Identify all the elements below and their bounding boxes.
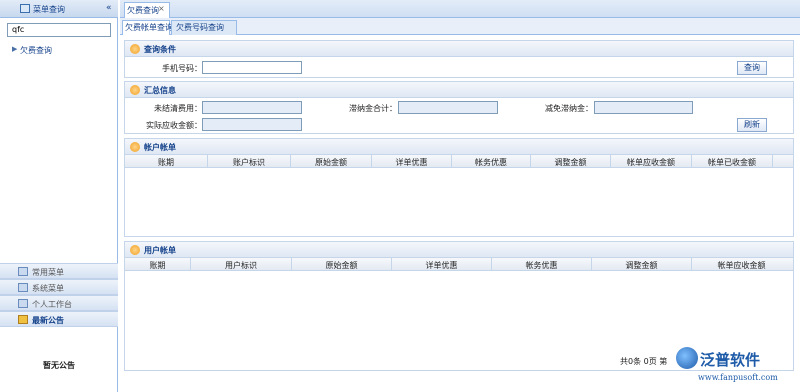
refresh-button[interactable]: 刷新	[737, 118, 767, 132]
subtab-label[interactable]: 欠费帐单查询	[125, 22, 173, 33]
column-header[interactable]: 帐单应收金额	[611, 157, 691, 168]
panel-title: 查询条件	[144, 45, 176, 54]
column-header[interactable]: 帐务优惠	[492, 260, 591, 271]
accordion-label: 个人工作台	[32, 300, 72, 309]
panel-icon	[130, 142, 140, 152]
common-menu-icon	[18, 267, 28, 276]
late-fee-total-label: 滞纳金合计：	[349, 104, 397, 113]
panel-icon	[130, 245, 140, 255]
column-header[interactable]: 用户标识	[191, 260, 291, 271]
workbench-icon	[18, 299, 28, 308]
summary-panel: 汇总信息 未结清费用： 滞纳金合计： 减免滞纳金： 实际应收金额： 刷新	[124, 81, 794, 134]
waive-late-fee-field[interactable]	[594, 101, 693, 114]
accordion-label: 系统菜单	[32, 284, 64, 293]
pager-info: 共0条 0页 第	[620, 357, 668, 366]
panel-title: 用户帐单	[144, 246, 176, 255]
brand-logo-url: www.fanpusoft.com	[698, 373, 778, 382]
accordion-common-menu[interactable]: 常用菜单	[0, 263, 118, 279]
panel-title: 帐户帐单	[144, 143, 176, 152]
waive-late-fee-label: 减免滞纳金：	[545, 104, 593, 113]
panel-header: 汇总信息	[125, 82, 793, 98]
panel-header: 查询条件	[125, 41, 793, 57]
accordion-label: 最新公告	[32, 316, 64, 325]
user-bill-grid-header: 账期 用户标识 原始金额 详单优惠 帐务优惠 调整金额 帐单应收金额	[125, 258, 793, 271]
tab-bar	[120, 0, 800, 18]
collapse-icon[interactable]: «	[106, 3, 112, 13]
query-panel: 查询条件 手机号码： 查询	[124, 40, 794, 78]
query-button[interactable]: 查询	[737, 61, 767, 75]
column-header[interactable]: 帐务优惠	[452, 157, 530, 168]
panel-icon	[130, 44, 140, 54]
column-header[interactable]: 账期	[125, 260, 190, 271]
late-fee-total-field[interactable]	[398, 101, 498, 114]
column-header[interactable]: 详单优惠	[392, 260, 491, 271]
column-divider	[772, 155, 773, 168]
accordion-personal-workbench[interactable]: 个人工作台	[0, 295, 118, 311]
phone-input[interactable]	[202, 61, 302, 74]
accordion-label: 常用菜单	[32, 268, 64, 277]
left-sidebar: 菜单查询 « qfc ▶ 欠费查询 常用菜单 系统菜单 个人工作台 最新公告 暂…	[0, 0, 118, 392]
menu-icon	[20, 4, 30, 13]
accordion-latest-notice[interactable]: 最新公告	[0, 311, 118, 327]
column-header[interactable]: 账期	[125, 157, 207, 168]
menu-search-input[interactable]: qfc	[7, 23, 111, 37]
account-bill-grid-header: 账期 账户标识 原始金额 详单优惠 帐务优惠 调整金额 帐单应收金额 帐单已收金…	[125, 155, 793, 168]
logo-icon	[676, 347, 698, 369]
actual-receivable-label: 实际应收金额：	[146, 121, 202, 130]
notice-icon	[18, 315, 28, 324]
panel-icon	[130, 85, 140, 95]
column-header[interactable]: 调整金额	[531, 157, 610, 168]
panel-header: 用户帐单	[125, 242, 793, 258]
unsettled-fee-field[interactable]	[202, 101, 302, 114]
account-bill-panel: 帐户帐单 账期 账户标识 原始金额 详单优惠 帐务优惠 调整金额 帐单应收金额 …	[124, 138, 794, 237]
notice-empty-text: 暂无公告	[43, 361, 75, 370]
column-header[interactable]: 账户标识	[208, 157, 290, 168]
sidebar-header: 菜单查询 «	[0, 0, 118, 18]
system-menu-icon	[18, 283, 28, 292]
column-header[interactable]: 原始金额	[291, 157, 371, 168]
panel-header: 帐户帐单	[125, 139, 793, 155]
unsettled-fee-label: 未结清费用：	[154, 104, 202, 113]
phone-label: 手机号码：	[162, 64, 202, 73]
tree-item-arrears-query[interactable]: 欠费查询	[20, 45, 52, 56]
panel-title: 汇总信息	[144, 86, 176, 95]
column-header[interactable]: 帐单应收金额	[692, 260, 791, 271]
subtab-label[interactable]: 欠费号码查询	[176, 22, 224, 33]
actual-receivable-field[interactable]	[202, 118, 302, 131]
column-header[interactable]: 详单优惠	[372, 157, 451, 168]
tree-expand-icon[interactable]: ▶	[12, 45, 17, 53]
column-header[interactable]: 调整金额	[592, 260, 691, 271]
close-icon[interactable]: ×	[158, 4, 165, 13]
column-header[interactable]: 原始金额	[292, 260, 391, 271]
sidebar-title: 菜单查询	[33, 5, 65, 14]
accordion-system-menu[interactable]: 系统菜单	[0, 279, 118, 295]
column-header[interactable]: 帐单已收金额	[692, 157, 772, 168]
tab-label[interactable]: 欠费查询	[127, 5, 159, 16]
brand-logo-text: 泛普软件	[700, 351, 761, 369]
